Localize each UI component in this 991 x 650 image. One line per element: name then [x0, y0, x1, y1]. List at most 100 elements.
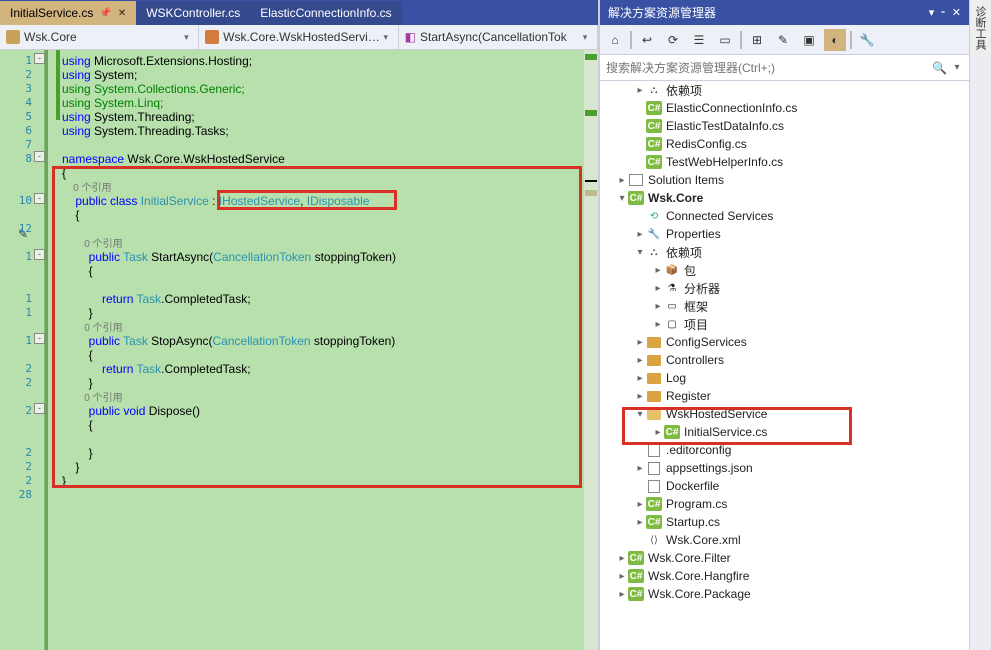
tree-node[interactable]: ⟲Connected Services: [600, 207, 969, 225]
code-line[interactable]: {: [62, 418, 93, 432]
tree-node[interactable]: Solution Items: [600, 171, 969, 189]
expand-toggle[interactable]: [616, 175, 628, 186]
tree-node[interactable]: Dockerfile: [600, 477, 969, 495]
code-line[interactable]: public Task StartAsync(CancellationToken…: [62, 250, 396, 264]
tree-node[interactable]: Register: [600, 387, 969, 405]
tree-node[interactable]: appsettings.json: [600, 459, 969, 477]
code-line[interactable]: using System.Linq;: [62, 96, 163, 110]
expand-toggle[interactable]: [634, 391, 646, 402]
code-line[interactable]: {: [62, 264, 93, 278]
pin-icon[interactable]: 📌: [99, 8, 111, 19]
tree-node[interactable]: C#Wsk.Core.Filter: [600, 549, 969, 567]
nav-project-dd[interactable]: Wsk.Core▾: [0, 25, 199, 49]
code-line[interactable]: public class InitialService : IHostedSer…: [62, 194, 370, 208]
code-line[interactable]: }: [62, 306, 93, 320]
fold-toggle[interactable]: -: [34, 53, 45, 64]
code-line[interactable]: }: [62, 474, 66, 488]
tree-node[interactable]: .editorconfig: [600, 441, 969, 459]
expand-toggle[interactable]: [634, 499, 646, 510]
code-line[interactable]: namespace Wsk.Core.WskHostedService: [62, 152, 285, 166]
expand-toggle[interactable]: [652, 283, 664, 294]
code-line[interactable]: using System.Threading;: [62, 110, 195, 124]
tree-node[interactable]: ⛬依赖项: [600, 243, 969, 261]
editor-tab[interactable]: WSKController.cs: [136, 1, 250, 25]
code-line[interactable]: public Task StopAsync(CancellationToken …: [62, 334, 395, 348]
tree-node[interactable]: C#Wsk.Core.Package: [600, 585, 969, 603]
expand-toggle[interactable]: [652, 301, 664, 312]
collapse-icon[interactable]: ▣: [798, 29, 820, 51]
tree-node[interactable]: ▢项目: [600, 315, 969, 333]
wrench-icon[interactable]: 🔧: [856, 29, 878, 51]
tree-node[interactable]: C#RedisConfig.cs: [600, 135, 969, 153]
tree-node[interactable]: C#Wsk.Core: [600, 189, 969, 207]
tree-node[interactable]: WskHostedService: [600, 405, 969, 423]
code-line[interactable]: }: [62, 446, 93, 460]
code-line[interactable]: using System.Collections.Generic;: [62, 82, 245, 96]
editor-tab[interactable]: InitialService.cs📌✕: [0, 1, 136, 25]
expand-toggle[interactable]: [616, 193, 628, 204]
diagnostics-tab[interactable]: 诊断工具: [970, 0, 990, 56]
code-line[interactable]: return Task.CompletedTask;: [62, 362, 251, 376]
search-input[interactable]: [606, 61, 932, 75]
nav-member-dd[interactable]: ◧StartAsync(CancellationTok▾: [399, 25, 598, 49]
tree-node[interactable]: C#InitialService.cs: [600, 423, 969, 441]
tree-node[interactable]: ▭框架: [600, 297, 969, 315]
tree-node[interactable]: C#ElasticConnectionInfo.cs: [600, 99, 969, 117]
fold-toggle[interactable]: -: [34, 249, 45, 260]
expand-toggle[interactable]: [634, 247, 646, 258]
expand-toggle[interactable]: [634, 85, 646, 96]
expand-toggle[interactable]: [616, 571, 628, 582]
tree-node[interactable]: Controllers: [600, 351, 969, 369]
group-icon[interactable]: ☰: [688, 29, 710, 51]
expand-toggle[interactable]: [652, 319, 664, 330]
code-line[interactable]: public void Dispose(): [62, 404, 200, 418]
showall-icon[interactable]: ⊞: [746, 29, 768, 51]
code-line[interactable]: }: [62, 460, 79, 474]
close-icon[interactable]: ✕: [952, 6, 961, 19]
fold-toggle[interactable]: -: [34, 333, 45, 344]
dropdown-icon[interactable]: ▾: [929, 6, 935, 19]
tree-node[interactable]: C#ElasticTestDataInfo.cs: [600, 117, 969, 135]
back-icon[interactable]: ↩: [636, 29, 658, 51]
fold-toggle[interactable]: -: [34, 193, 45, 204]
solution-search[interactable]: 🔍 ▾: [600, 55, 969, 81]
solution-tree[interactable]: ⛬依赖项C#ElasticConnectionInfo.csC#ElasticT…: [600, 81, 969, 650]
tree-node[interactable]: 📦包: [600, 261, 969, 279]
code-line[interactable]: }: [62, 376, 93, 390]
tree-node[interactable]: C#Startup.cs: [600, 513, 969, 531]
editor-tab[interactable]: ElasticConnectionInfo.cs: [250, 1, 401, 25]
expand-toggle[interactable]: [616, 589, 628, 600]
code-line[interactable]: {: [62, 348, 93, 362]
vertical-scrollbar[interactable]: [584, 50, 598, 650]
expand-toggle[interactable]: [634, 355, 646, 366]
search-icon[interactable]: 🔍: [932, 61, 947, 75]
code-line[interactable]: {: [62, 208, 79, 222]
expand-toggle[interactable]: [634, 337, 646, 348]
code-line[interactable]: {: [62, 166, 66, 180]
expand-toggle[interactable]: [652, 265, 664, 276]
home-icon[interactable]: ⌂: [604, 29, 626, 51]
chevron-down-icon[interactable]: ▾: [951, 62, 963, 73]
nav-class-dd[interactable]: Wsk.Core.WskHostedServi…▾: [199, 25, 398, 49]
close-icon[interactable]: ✕: [118, 8, 126, 19]
tree-node[interactable]: 🔧Properties: [600, 225, 969, 243]
props-icon[interactable]: ✎: [772, 29, 794, 51]
expand-toggle[interactable]: [616, 553, 628, 564]
expand-toggle[interactable]: [634, 373, 646, 384]
tree-node[interactable]: ⛬依赖项: [600, 81, 969, 99]
tree-node[interactable]: C#Wsk.Core.Hangfire: [600, 567, 969, 585]
expand-toggle[interactable]: [634, 409, 646, 420]
expand-toggle[interactable]: [634, 229, 646, 240]
fold-toggle[interactable]: -: [34, 151, 45, 162]
expand-toggle[interactable]: [652, 427, 664, 438]
code-line[interactable]: [62, 222, 89, 236]
doc-icon[interactable]: ▭: [714, 29, 736, 51]
tree-node[interactable]: ConfigServices: [600, 333, 969, 351]
preview-icon[interactable]: ◐: [824, 29, 846, 51]
tree-node[interactable]: ⚗分析器: [600, 279, 969, 297]
sync-icon[interactable]: ⟳: [662, 29, 684, 51]
code-line[interactable]: using System.Threading.Tasks;: [62, 124, 229, 138]
code-line[interactable]: using System;: [62, 68, 137, 82]
tree-node[interactable]: C#TestWebHelperInfo.cs: [600, 153, 969, 171]
fold-toggle[interactable]: -: [34, 403, 45, 414]
